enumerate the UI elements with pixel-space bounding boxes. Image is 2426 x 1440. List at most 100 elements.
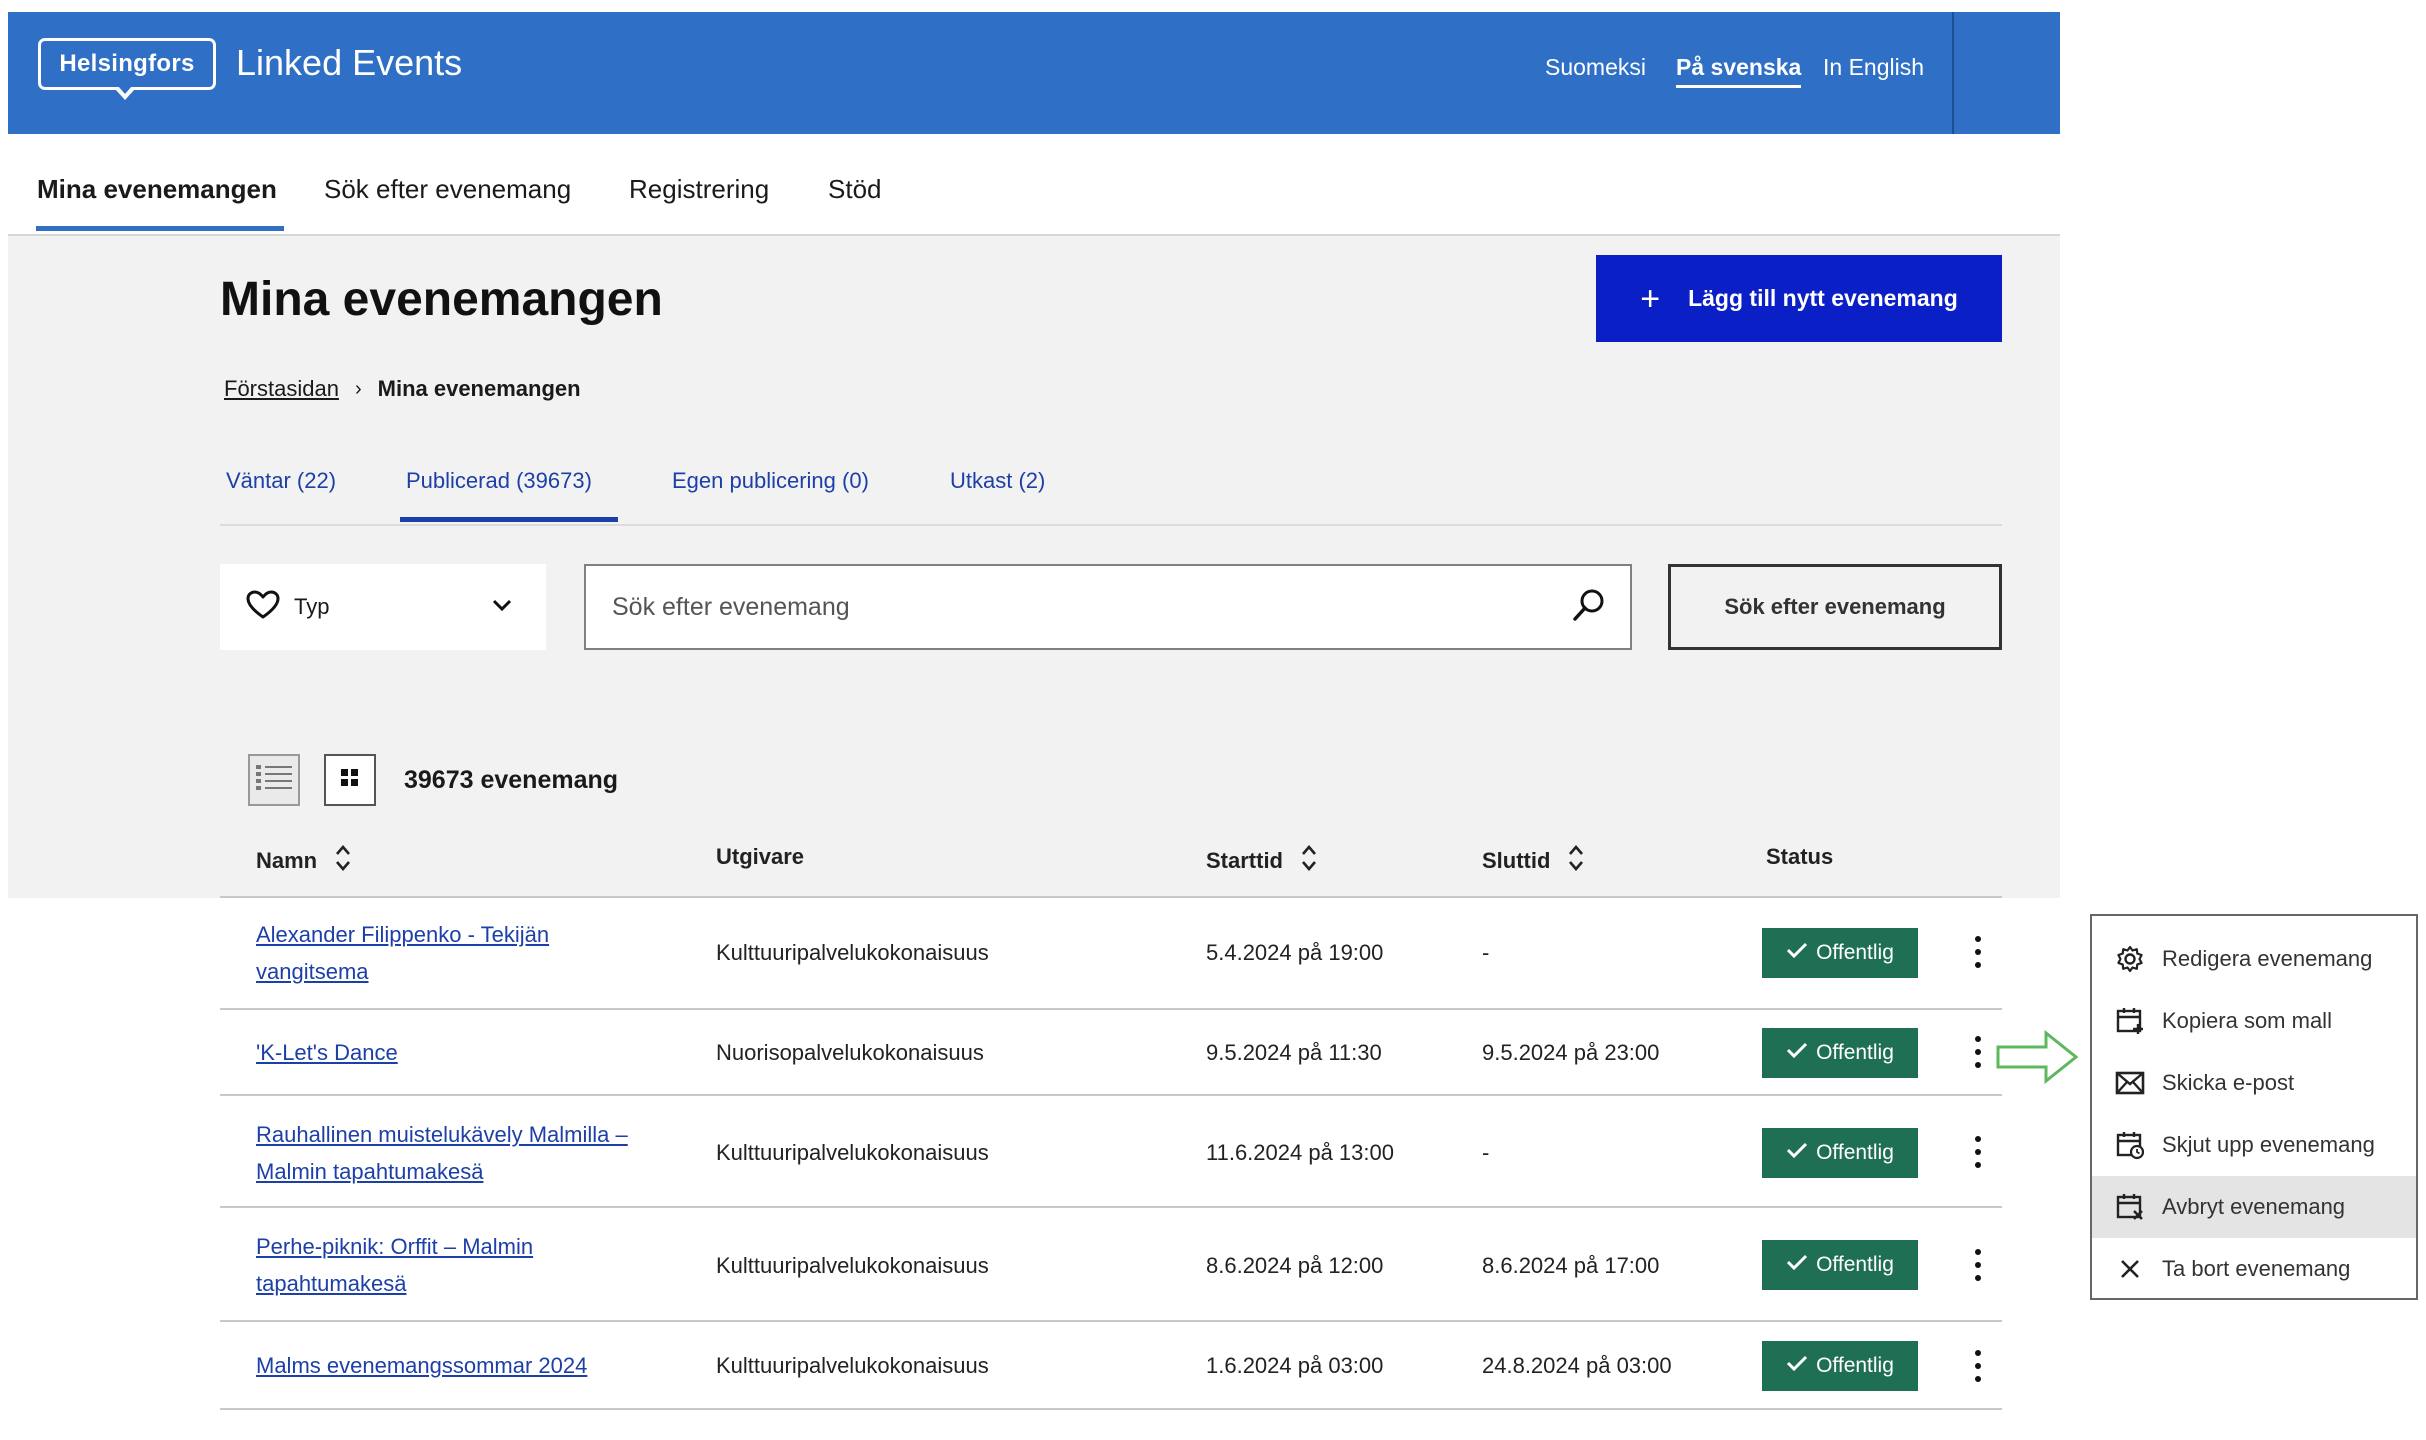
page-title: Mina evenemangen (220, 273, 663, 326)
event-publisher: Kulttuuripalvelukokonaisuus (716, 1353, 989, 1378)
row-divider (220, 1408, 2002, 1410)
menu-item-label: Ta bort evenemang (2162, 1256, 2351, 1281)
row-actions-menu-button[interactable] (1966, 1132, 1990, 1172)
event-publisher: Kulttuuripalvelukokonaisuus (716, 1140, 989, 1165)
row-actions-menu-button[interactable] (1966, 1032, 1990, 1072)
event-publisher: Kulttuuripalvelukokonaisuus (716, 940, 989, 965)
search-submit-button[interactable]: Sök efter evenemang (1668, 564, 2002, 650)
nav-item-support[interactable]: Stöd (828, 174, 882, 205)
list-view-button[interactable] (248, 754, 300, 806)
search-field (584, 564, 1632, 650)
tab-active-indicator (400, 517, 618, 522)
search-input[interactable] (586, 592, 1572, 622)
close-icon (2114, 1253, 2146, 1285)
column-header-name-label: Namn (256, 848, 318, 873)
helsingfors-logo[interactable]: Helsingfors (38, 38, 216, 100)
lang-swedish-link[interactable]: På svenska (1676, 54, 1802, 88)
app-title[interactable]: Linked Events (236, 42, 462, 84)
tab-drafts[interactable]: Utkast (2) (950, 468, 1045, 494)
status-badge: Offentlig (1762, 1240, 1918, 1290)
menu-item-label: Skicka e-post (2162, 1070, 2295, 1095)
annotation-arrow-icon (1996, 1029, 2080, 1089)
sort-icon (335, 844, 351, 878)
row-divider (220, 1206, 2002, 1208)
event-end-time: 9.5.2024 på 23:00 (1482, 1040, 1660, 1065)
status-badge-label: Offentlig (1816, 1141, 1894, 1164)
column-header-publisher: Utgivare (716, 844, 804, 870)
sort-icon (1301, 844, 1317, 878)
event-end-time: - (1482, 1140, 1490, 1165)
breadcrumb-separator: › (354, 377, 362, 400)
tab-self-published[interactable]: Egen publicering (0) (672, 468, 869, 494)
row-divider (220, 1094, 2002, 1096)
status-badge: Offentlig (1762, 1028, 1918, 1078)
plus-icon: + (1640, 279, 1661, 318)
column-header-end[interactable]: Sluttid (1482, 844, 1584, 878)
column-header-start[interactable]: Starttid (1206, 844, 1317, 878)
check-icon (1786, 1354, 1808, 1378)
nav-item-my-events[interactable]: Mina evenemangen (37, 174, 277, 205)
lang-english-link[interactable]: In English (1823, 54, 1924, 81)
site-header: Helsingfors Linked Events Suomeksi På sv… (8, 12, 2060, 134)
event-end-time: - (1482, 940, 1490, 965)
menu-item-label: Kopiera som mall (2162, 1008, 2332, 1033)
results-count: 39673 evenemang (404, 766, 619, 794)
event-publisher: Kulttuuripalvelukokonaisuus (716, 1253, 989, 1278)
envelope-icon (2114, 1067, 2146, 1099)
event-name-link[interactable]: 'K-Let's Dance (256, 1034, 656, 1071)
tab-waiting[interactable]: Väntar (22) (226, 468, 336, 494)
status-tabs: Väntar (22) Publicerad (39673) Egen publ… (220, 462, 2002, 526)
status-badge-label: Offentlig (1816, 941, 1894, 964)
header-divider (1952, 12, 1954, 134)
calendar-clock-icon (2114, 1129, 2146, 1161)
check-icon (1786, 1253, 1808, 1277)
menu-item-label: Skjut upp evenemang (2162, 1132, 2375, 1157)
event-name-link[interactable]: Alexander Filippenko - Tekijän vangitsem… (256, 916, 656, 990)
row-divider (220, 1008, 2002, 1010)
grid-view-icon (341, 768, 359, 792)
add-event-button[interactable]: + Lägg till nytt evenemang (1596, 255, 2002, 342)
sort-icon (1568, 844, 1584, 878)
lang-finnish-link[interactable]: Suomeksi (1545, 54, 1646, 81)
calendar-plus-icon (2114, 1005, 2146, 1037)
row-actions-menu-button[interactable] (1966, 1245, 1990, 1285)
event-name-link[interactable]: Rauhallinen muistelukävely Malmilla – Ma… (256, 1116, 656, 1190)
heart-icon (246, 590, 280, 625)
menu-item-send-email[interactable]: Skicka e-post (2092, 1052, 2416, 1114)
type-dropdown[interactable]: Typ (220, 564, 546, 650)
row-actions-menu-button[interactable] (1966, 1346, 1990, 1386)
breadcrumb-current: Mina evenemangen (377, 376, 581, 401)
chevron-down-icon (492, 598, 512, 616)
grid-view-button[interactable] (324, 754, 376, 806)
add-event-label: Lägg till nytt evenemang (1688, 285, 1958, 311)
check-icon (1786, 1041, 1808, 1065)
check-icon (1786, 941, 1808, 965)
status-badge-label: Offentlig (1816, 1253, 1894, 1276)
nav-item-registration[interactable]: Registrering (629, 174, 769, 205)
column-header-name[interactable]: Namn (256, 844, 351, 878)
event-name-link[interactable]: Perhe-piknik: Orffit – Malmin tapahtumak… (256, 1228, 656, 1302)
status-badge-label: Offentlig (1816, 1354, 1894, 1377)
status-badge: Offentlig (1762, 1128, 1918, 1178)
menu-item-cancel-event[interactable]: Avbryt evenemang (2092, 1176, 2416, 1238)
event-start-time: 1.6.2024 på 03:00 (1206, 1353, 1384, 1378)
search-icon[interactable] (1572, 588, 1606, 627)
breadcrumb-home-link[interactable]: Förstasidan (224, 376, 339, 402)
menu-item-copy-as-template[interactable]: Kopiera som mall (2092, 990, 2416, 1052)
event-start-time: 8.6.2024 på 12:00 (1206, 1253, 1384, 1278)
event-publisher: Nuorisopalvelukokonaisuus (716, 1040, 984, 1065)
event-name-link[interactable]: Malms evenemangssommar 2024 (256, 1347, 656, 1384)
row-divider (220, 1320, 2002, 1322)
menu-item-label: Avbryt evenemang (2162, 1194, 2346, 1219)
menu-item-edit-event[interactable]: Redigera evenemang (2092, 928, 2416, 990)
menu-item-delete-event[interactable]: Ta bort evenemang (2092, 1238, 2416, 1300)
row-actions-menu-button[interactable] (1966, 932, 1990, 972)
menu-item-postpone-event[interactable]: Skjut upp evenemang (2092, 1114, 2416, 1176)
tab-published[interactable]: Publicerad (39673) (406, 468, 592, 494)
column-header-end-label: Sluttid (1482, 848, 1551, 873)
event-start-time: 5.4.2024 på 19:00 (1206, 940, 1384, 965)
nav-item-search-events[interactable]: Sök efter evenemang (324, 174, 571, 205)
nav-active-indicator (36, 226, 284, 231)
calendar-cancel-icon (2114, 1191, 2146, 1223)
event-end-time: 8.6.2024 på 17:00 (1482, 1253, 1660, 1278)
